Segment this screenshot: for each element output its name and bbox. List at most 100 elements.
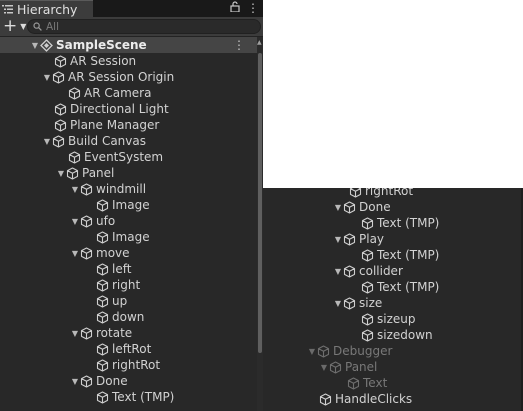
tree-item-label: Text — [363, 376, 388, 390]
tree-item[interactable]: sizeup — [263, 311, 523, 327]
tree-item[interactable]: ▼ AR Session Origin — [0, 69, 257, 85]
tree-item[interactable]: rightRot — [263, 188, 523, 199]
tree-item[interactable]: Plane Manager — [0, 117, 257, 133]
expand-arrow-icon[interactable]: ▼ — [333, 203, 343, 212]
lock-icon[interactable] — [230, 1, 240, 15]
search-field[interactable] — [27, 19, 261, 34]
gameobject-icon — [80, 182, 93, 196]
tree-item[interactable]: left — [0, 261, 257, 277]
tree-item[interactable]: AR Session — [0, 53, 257, 69]
tree-item[interactable]: EventSystem — [0, 149, 257, 165]
tree-item[interactable]: right — [0, 277, 257, 293]
tree-item[interactable]: ▼ rotate — [0, 325, 257, 341]
tree-item-label: left — [112, 262, 132, 276]
gameobject-icon — [361, 248, 374, 262]
tree-item[interactable]: ▼ Done — [263, 199, 523, 215]
tree-item[interactable]: ▼ windmill — [0, 181, 257, 197]
plus-icon: + — [3, 16, 18, 36]
tree-item[interactable]: Image — [0, 229, 257, 245]
expand-arrow-icon[interactable]: ▼ — [70, 249, 80, 258]
tree-item-label: up — [112, 294, 128, 308]
expand-arrow-icon[interactable]: ▼ — [70, 377, 80, 386]
expand-arrow-icon[interactable]: ▼ — [333, 299, 343, 308]
tree-item[interactable]: ▼ Debugger — [263, 343, 523, 359]
tree-item-label: Build Canvas — [68, 134, 146, 148]
expand-arrow-icon[interactable]: ▼ — [319, 363, 329, 372]
search-input[interactable] — [42, 20, 226, 33]
tab-hierarchy[interactable]: Hierarchy — [0, 0, 93, 17]
expand-arrow-icon[interactable]: ▼ — [333, 267, 343, 276]
window-menu-icon[interactable]: ⋮ — [247, 1, 259, 15]
tree-item-label: Plane Manager — [70, 118, 160, 132]
hierarchy-window: Hierarchy ⋮ + ▼ ▼ SampleScene ⋮ — [0, 0, 263, 411]
tree-item-label: sizedown — [377, 328, 433, 342]
tree-item[interactable]: ▼ Done — [0, 373, 257, 389]
hierarchy-window-continued: rightRot ▼ Done Text (TMP) ▼ Play Text (… — [263, 188, 523, 411]
hierarchy-tree: ▼ SampleScene ⋮ AR Session ▼ AR Session … — [0, 37, 257, 405]
gameobject-icon — [96, 294, 109, 308]
tree-item[interactable]: leftRot — [0, 341, 257, 357]
gameobject-icon — [96, 262, 109, 276]
tree-item[interactable]: up — [0, 293, 257, 309]
tree-item[interactable]: ▼ move — [0, 245, 257, 261]
tree-item-label: Panel — [345, 360, 378, 374]
hierarchy-toolbar: + ▼ — [0, 17, 263, 37]
tree-item[interactable]: ▼ Play — [263, 231, 523, 247]
gameobject-icon — [343, 296, 356, 310]
expand-arrow-icon[interactable]: ▼ — [307, 347, 317, 356]
tree-item[interactable]: Text (TMP) — [0, 389, 257, 405]
tree-item[interactable]: Image — [0, 197, 257, 213]
tree-item[interactable]: ▼ size — [263, 295, 523, 311]
tree-item-label: EventSystem — [84, 150, 164, 164]
tree-item-label: AR Camera — [84, 86, 152, 100]
tree-item[interactable]: rightRot — [0, 357, 257, 373]
expand-arrow-icon[interactable]: ▼ — [70, 217, 80, 226]
expand-arrow-icon[interactable]: ▼ — [56, 169, 66, 178]
scroll-thumb[interactable] — [258, 53, 262, 353]
tree-item-label: Text (TMP) — [377, 280, 440, 294]
expand-arrow-icon[interactable]: ▼ — [333, 235, 343, 244]
tree-item[interactable]: Text (TMP) — [263, 279, 523, 295]
expand-arrow-icon[interactable]: ▼ — [70, 329, 80, 338]
gameobject-icon — [96, 230, 109, 244]
tree-item[interactable]: ▼ Build Canvas — [0, 133, 257, 149]
gameobject-icon — [96, 278, 109, 292]
scroll-up-icon[interactable]: ▲ — [257, 39, 262, 46]
expand-arrow-icon[interactable]: ▼ — [30, 41, 40, 50]
gameobject-icon — [319, 392, 332, 406]
scene-row[interactable]: ▼ SampleScene ⋮ — [0, 37, 257, 53]
gameobject-icon — [349, 188, 362, 198]
gameobject-icon — [52, 70, 65, 84]
gameobject-icon — [96, 342, 109, 356]
tree-item[interactable]: ▼ Panel — [0, 165, 257, 181]
chevron-down-icon: ▼ — [20, 22, 27, 31]
expand-arrow-icon[interactable]: ▼ — [42, 73, 52, 82]
tree-item[interactable]: Text — [263, 375, 523, 391]
gameobject-icon — [317, 344, 330, 358]
gameobject-icon — [343, 232, 356, 246]
expand-arrow-icon[interactable]: ▼ — [70, 185, 80, 194]
tree-item-label: Debugger — [333, 344, 393, 358]
tree-item[interactable]: sizedown — [263, 327, 523, 343]
tree-item[interactable]: ▼ collider — [263, 263, 523, 279]
gameobject-icon — [347, 376, 360, 390]
tree-item[interactable]: Text (TMP) — [263, 247, 523, 263]
tree-item-label: leftRot — [112, 342, 152, 356]
gameobject-icon — [361, 216, 374, 230]
tree-item[interactable]: ▼ ufo — [0, 213, 257, 229]
tree-item[interactable]: ▼ Panel — [263, 359, 523, 375]
tab-bar: Hierarchy ⋮ — [0, 0, 263, 17]
tree-item-label: down — [112, 310, 145, 324]
tree-item[interactable]: AR Camera — [0, 85, 257, 101]
add-object-button[interactable]: + ▼ — [3, 18, 26, 35]
gameobject-icon — [52, 134, 65, 148]
gameobject-icon — [80, 374, 93, 388]
expand-arrow-icon[interactable]: ▼ — [42, 137, 52, 146]
tree-item-label: sizeup — [377, 312, 416, 326]
tree-item[interactable]: HandleClicks — [263, 391, 523, 407]
tree-item[interactable]: down — [0, 309, 257, 325]
tree-item[interactable]: Directional Light — [0, 101, 257, 117]
scene-menu-icon[interactable]: ⋮ — [233, 38, 245, 52]
tree-item[interactable]: Text (TMP) — [263, 215, 523, 231]
gameobject-icon — [96, 198, 109, 212]
